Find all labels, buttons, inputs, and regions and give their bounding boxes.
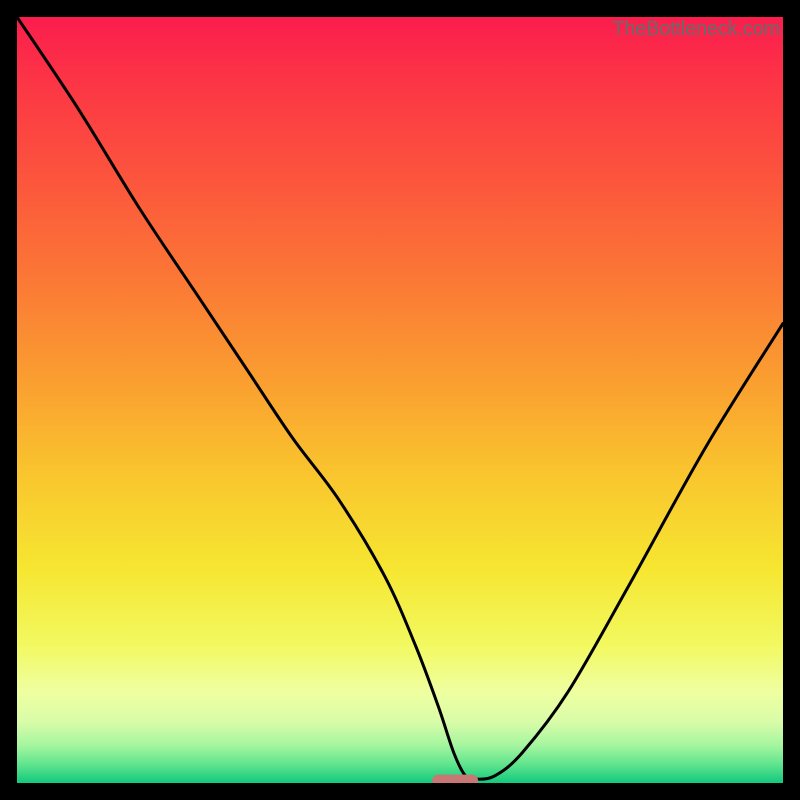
plot-area (17, 17, 783, 783)
curve-layer (17, 17, 783, 783)
bottleneck-chart: TheBottleneck.com (0, 0, 800, 800)
bottleneck-curve (17, 17, 783, 779)
optimal-zone-marker (432, 775, 478, 783)
